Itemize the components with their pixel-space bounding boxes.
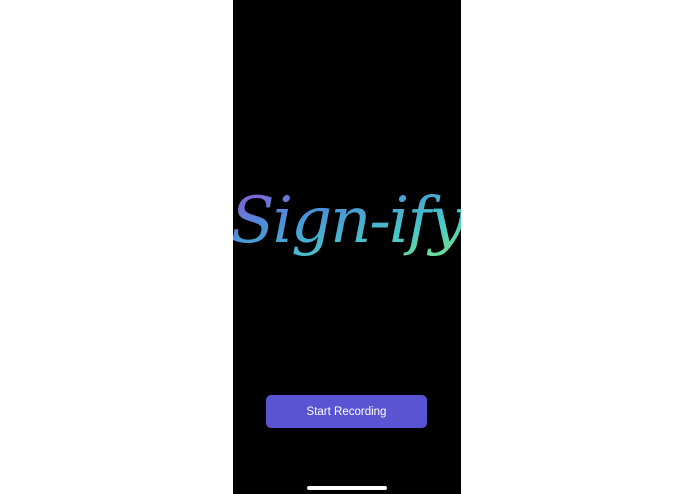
home-indicator bbox=[307, 486, 387, 490]
start-recording-button[interactable]: Start Recording bbox=[266, 395, 427, 428]
logo-text: Sign-ify bbox=[233, 184, 461, 258]
app-screen: Sign-ify Start Recording bbox=[233, 0, 461, 494]
logo-svg: Sign-ify bbox=[233, 184, 461, 258]
app-logo: Sign-ify bbox=[233, 150, 461, 300]
